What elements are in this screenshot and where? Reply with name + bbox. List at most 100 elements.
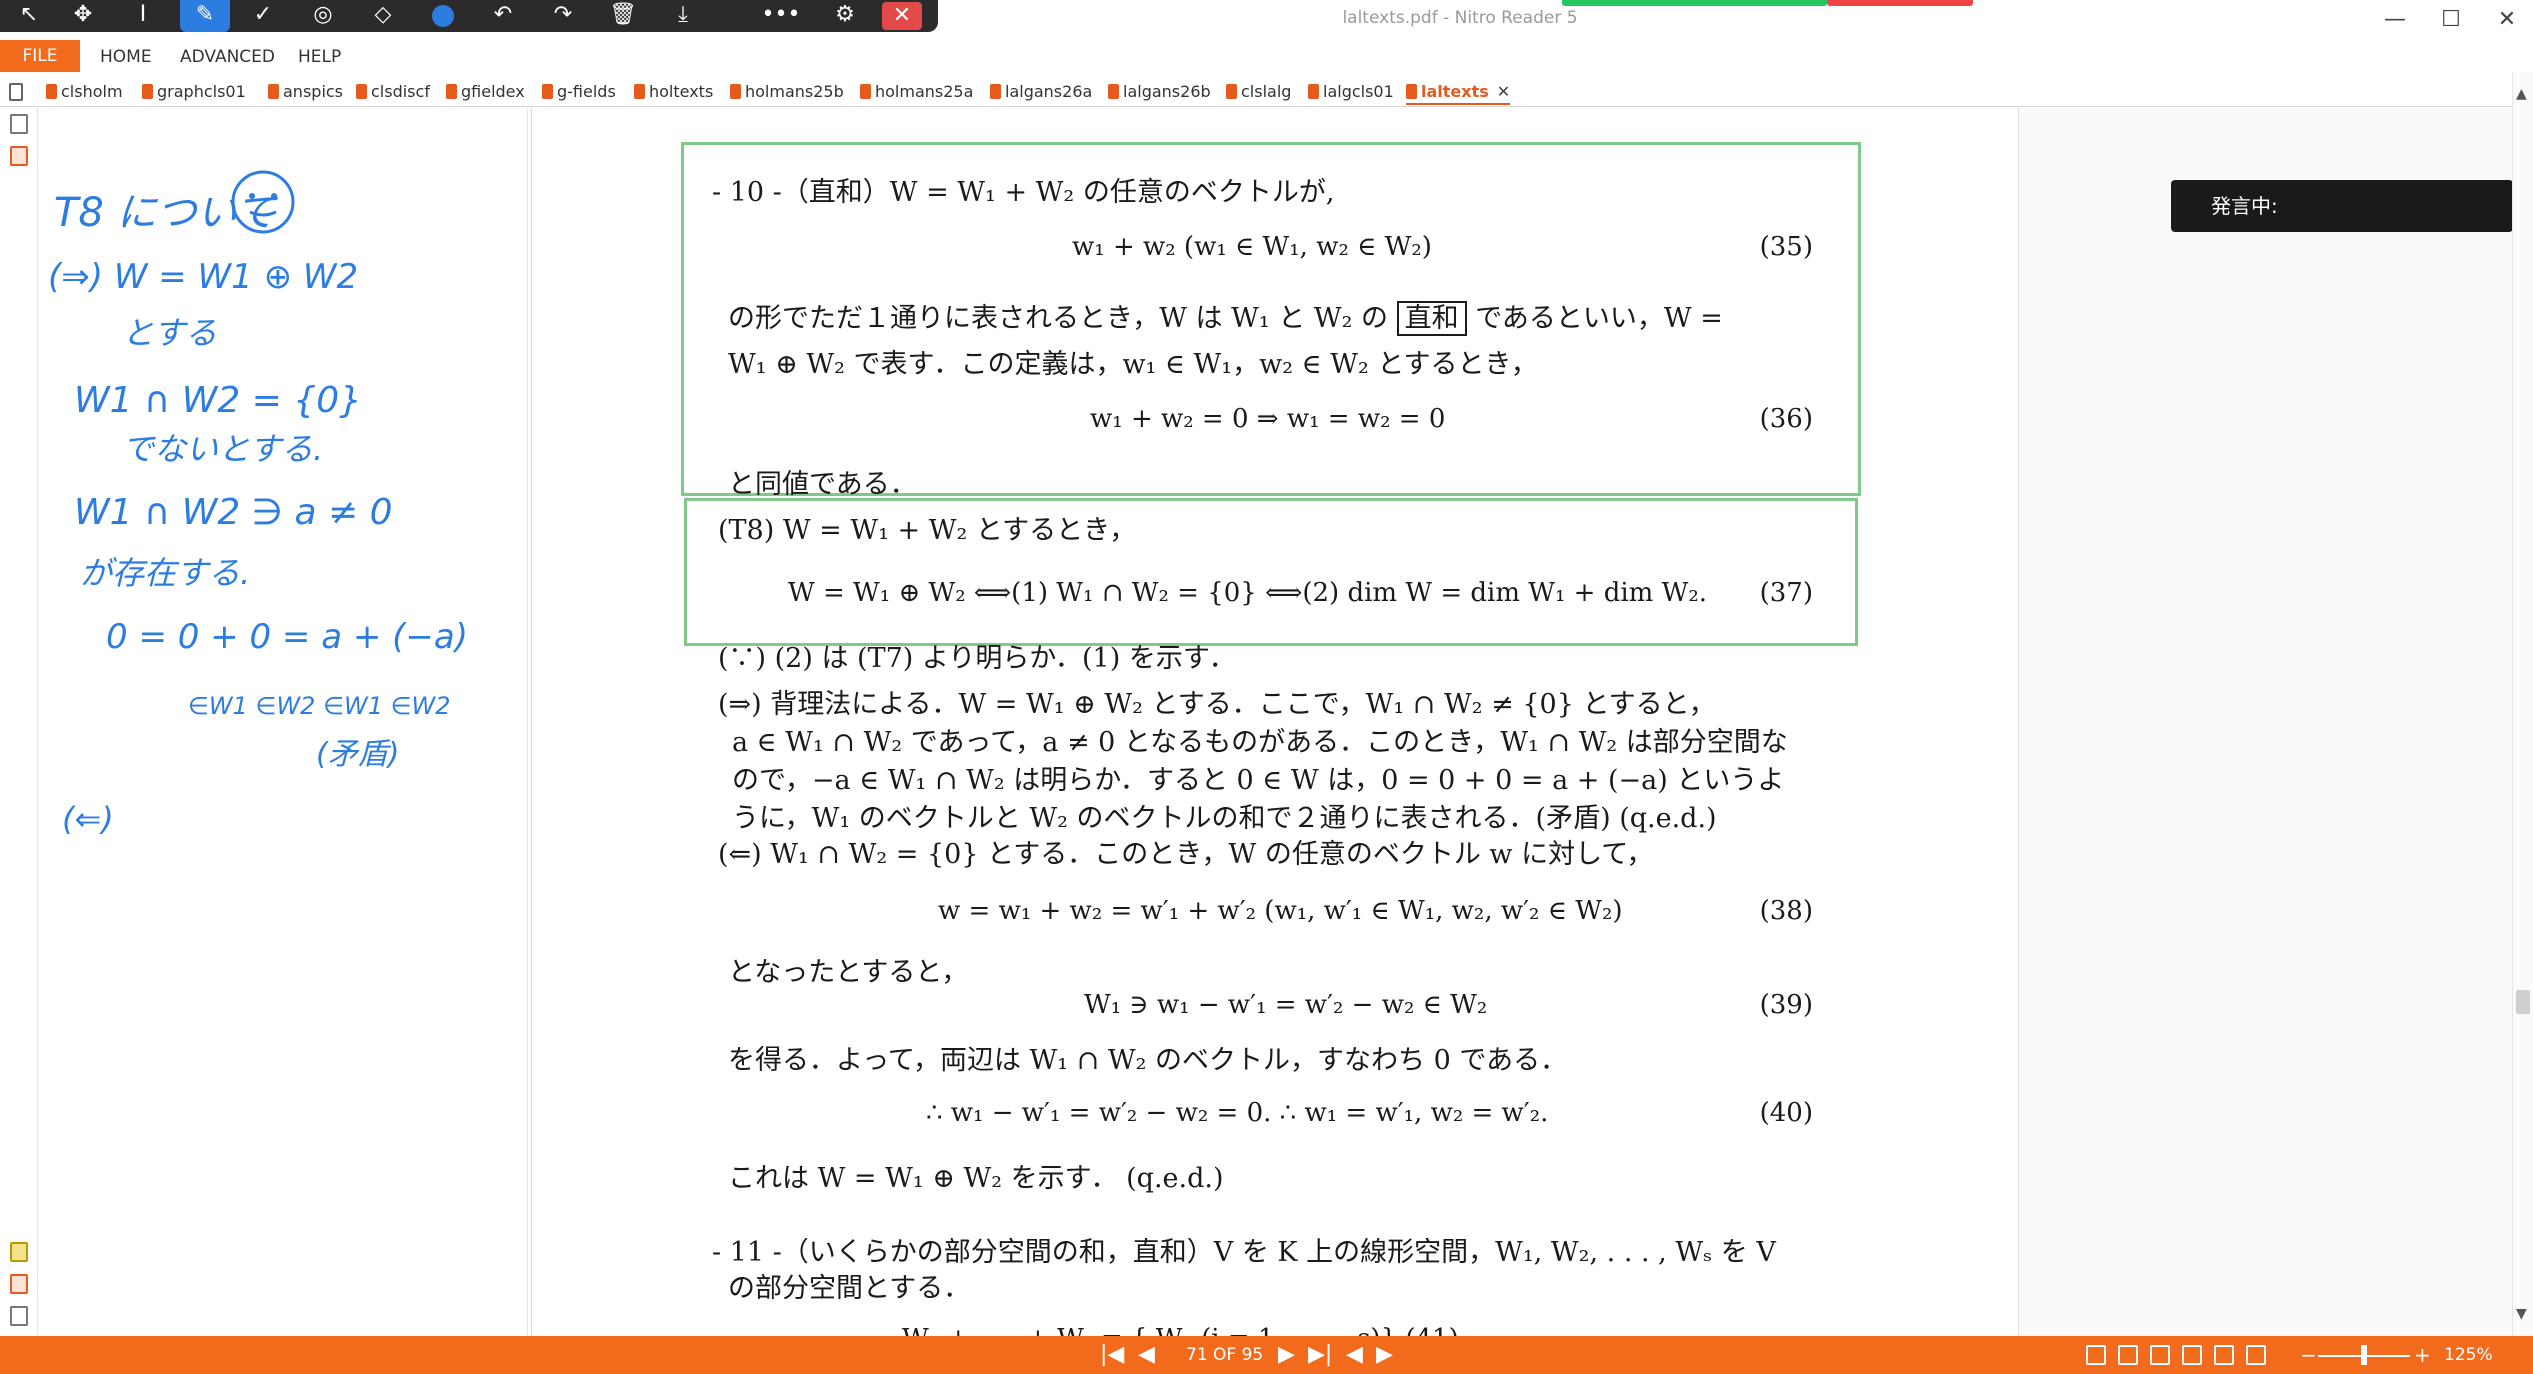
- proof-line-5: うに，W₁ のベクトルと W₂ のベクトルの和で２通りに表される．(矛盾) (q…: [732, 803, 1717, 834]
- theorem-t8-heading: (T8) W = W₁ + W₂ とするとき，: [718, 515, 1137, 546]
- equation-40-number: (40): [1759, 1098, 1813, 1128]
- eraser-icon[interactable]: ◇: [358, 0, 408, 32]
- pdf-file-icon: [990, 84, 1001, 99]
- text-cursor-icon[interactable]: I: [118, 0, 168, 32]
- check-icon[interactable]: ✓: [238, 0, 288, 32]
- first-page-icon[interactable]: |◀: [1100, 1341, 1124, 1369]
- pdf-file-icon: [634, 84, 645, 99]
- note-line-3: とする: [122, 314, 217, 352]
- equation-35-number: (35): [1759, 232, 1813, 262]
- window-title: laltexts.pdf - Nitro Reader 5: [1342, 8, 1578, 28]
- definition-line-2-text: の形でただ１通りに表されるとき，W は W₁ と W₂ の: [728, 303, 1389, 334]
- boxed-term-direct-sum: 直和: [1396, 301, 1467, 336]
- tab-holmans25b[interactable]: holmans25b: [730, 79, 844, 105]
- lasso-icon[interactable]: ◎: [298, 0, 348, 32]
- tab-anspics[interactable]: anspics: [268, 79, 343, 105]
- tab-g-fields[interactable]: g-fields: [542, 79, 616, 105]
- tab-lalgans26a[interactable]: lalgans26a: [990, 79, 1092, 105]
- document-list-icon[interactable]: [9, 83, 23, 101]
- single-page-view-icon[interactable]: [2086, 1345, 2106, 1365]
- menu-help[interactable]: HELP: [298, 47, 341, 67]
- definition-line-4: と同値である．: [728, 469, 917, 500]
- undo-icon[interactable]: ↶: [478, 0, 528, 32]
- menu-advanced[interactable]: ADVANCED: [180, 47, 275, 67]
- tab-laltexts[interactable]: laltexts ✕: [1406, 79, 1511, 105]
- tab-holtexts[interactable]: holtexts: [634, 79, 713, 105]
- select-arrow-icon[interactable]: ↖: [4, 0, 54, 32]
- proof-line-1: (∵) (2) は (T7) より明らか．(1) を示す．: [718, 643, 1236, 674]
- pdf-file-icon: [46, 84, 57, 99]
- equation-39: W₁ ∋ w₁ − w′₁ = w′₂ − w₂ ∈ W₂: [1084, 990, 1488, 1020]
- fit-page-icon[interactable]: [2214, 1345, 2234, 1365]
- close-window-button[interactable]: ✕: [2484, 4, 2530, 36]
- more-options-icon[interactable]: •••: [756, 0, 806, 32]
- scroll-down-icon[interactable]: ▼: [2516, 1306, 2527, 1322]
- continuous-view-icon[interactable]: [2118, 1345, 2138, 1365]
- equation-41-partial: W₁ + · · · + Wₛ = { W₁ (i = 1, . . . , s…: [902, 1324, 1459, 1336]
- scroll-thumb[interactable]: [2516, 990, 2530, 1014]
- next-page-icon[interactable]: ▶: [1278, 1341, 1295, 1369]
- tab-lalgans26b[interactable]: lalgans26b: [1108, 79, 1211, 105]
- bookmarks-panel-icon[interactable]: [10, 1306, 28, 1326]
- proof-line-7: となったとすると，: [728, 957, 969, 988]
- tab-lalgcls01[interactable]: lalgcls01: [1308, 79, 1394, 105]
- maximize-button[interactable]: ☐: [2428, 4, 2474, 36]
- color-picker-icon[interactable]: [418, 0, 468, 32]
- redo-icon[interactable]: ↷: [538, 0, 588, 32]
- last-page-icon[interactable]: ▶|: [1308, 1341, 1332, 1369]
- section-11-line-2: の部分空間とする．: [728, 1273, 971, 1304]
- zoom-level[interactable]: 125%: [2444, 1345, 2493, 1365]
- trash-icon[interactable]: 🗑: [598, 0, 648, 32]
- tab-clsholm[interactable]: clsholm: [46, 79, 123, 105]
- facing-continuous-view-icon[interactable]: [2182, 1345, 2202, 1365]
- tab-close-icon[interactable]: ✕: [1497, 82, 1510, 101]
- equation-35: w₁ + w₂ (w₁ ∈ W₁, w₂ ∈ W₂): [1072, 232, 1432, 262]
- scroll-up-icon[interactable]: ▲: [2516, 86, 2527, 102]
- tab-clslalg[interactable]: clslalg: [1226, 79, 1291, 105]
- user-settings-icon[interactable]: ⚙: [820, 0, 870, 32]
- pdf-file-icon: [356, 84, 367, 99]
- forward-view-icon[interactable]: ▶: [1376, 1341, 1393, 1369]
- menu-home[interactable]: HOME: [100, 47, 152, 67]
- zoom-slider-thumb[interactable]: [2361, 1345, 2367, 1365]
- tab-graphcls01[interactable]: graphcls01: [142, 79, 246, 105]
- facing-view-icon[interactable]: [2150, 1345, 2170, 1365]
- tab-gfieldex[interactable]: gfieldex: [446, 79, 525, 105]
- vertical-scrollbar[interactable]: ▲ ▼: [2512, 72, 2533, 1336]
- definition-line-2-tail: であるといい，W =: [1475, 303, 1723, 334]
- minimize-button[interactable]: —: [2372, 4, 2418, 36]
- equation-36: w₁ + w₂ = 0 ⇒ w₁ = w₂ = 0: [1090, 404, 1446, 434]
- smiley-eye-right: [271, 193, 277, 199]
- pdf-file-icon: [1108, 84, 1119, 99]
- handwriting-canvas: T8 について (⇒) W = W1 ⊕ W2 とする W1 ∩ W2 = {0…: [48, 170, 468, 838]
- fit-width-icon[interactable]: [2246, 1345, 2266, 1365]
- tab-clsdiscf[interactable]: clsdiscf: [356, 79, 430, 105]
- page-indicator[interactable]: 71 OF 95: [1186, 1345, 1263, 1365]
- document-viewport[interactable]: - 10 -（直和）W = W₁ + W₂ の任意のベクトルが, w₁ + w₂…: [529, 108, 2519, 1336]
- pdf-file-icon: [730, 84, 741, 99]
- zoom-in-button[interactable]: +: [2414, 1341, 2431, 1369]
- tab-holmans25a[interactable]: holmans25a: [860, 79, 973, 105]
- signatures-panel-icon[interactable]: [10, 1274, 28, 1294]
- recording-bar-green: [1562, 0, 1827, 6]
- attachments-panel-icon[interactable]: [10, 146, 28, 166]
- zoom-out-button[interactable]: −: [2300, 1341, 2317, 1369]
- color-dot-blue: [432, 5, 454, 27]
- document-tab-bar: clsholm graphcls01 anspics clsdiscf gfie…: [0, 75, 2533, 107]
- speaking-indicator: 発言中:: [2171, 180, 2513, 232]
- pages-panel-icon[interactable]: [10, 114, 28, 134]
- comments-panel-icon[interactable]: [10, 1242, 28, 1262]
- equation-37: W = W₁ ⊕ W₂ ⟺(1) W₁ ∩ W₂ = {0} ⟺(2) dim …: [788, 578, 1708, 608]
- menu-file[interactable]: FILE: [0, 40, 80, 72]
- note-line-7: が存在する.: [80, 554, 250, 592]
- previous-page-icon[interactable]: ◀: [1138, 1341, 1155, 1369]
- status-bar: |◀ ◀ 71 OF 95 ▶ ▶| ◀ ▶ − + 125%: [0, 1336, 2533, 1374]
- download-icon[interactable]: ⤓: [658, 0, 708, 32]
- move-icon[interactable]: ✥: [58, 0, 108, 32]
- definition-line-2: の形でただ１通りに表されるとき，W は W₁ と W₂ の 直和 であるといい，…: [728, 296, 1723, 336]
- close-toolbar-icon[interactable]: ✕: [882, 2, 922, 30]
- back-view-icon[interactable]: ◀: [1346, 1341, 1363, 1369]
- proof-line-3: a ∈ W₁ ∩ W₂ であって，a ≠ 0 となるものがある．このとき，W₁ …: [732, 727, 1788, 758]
- pen-icon[interactable]: ✎: [180, 0, 230, 32]
- pdf-file-icon: [1406, 84, 1417, 99]
